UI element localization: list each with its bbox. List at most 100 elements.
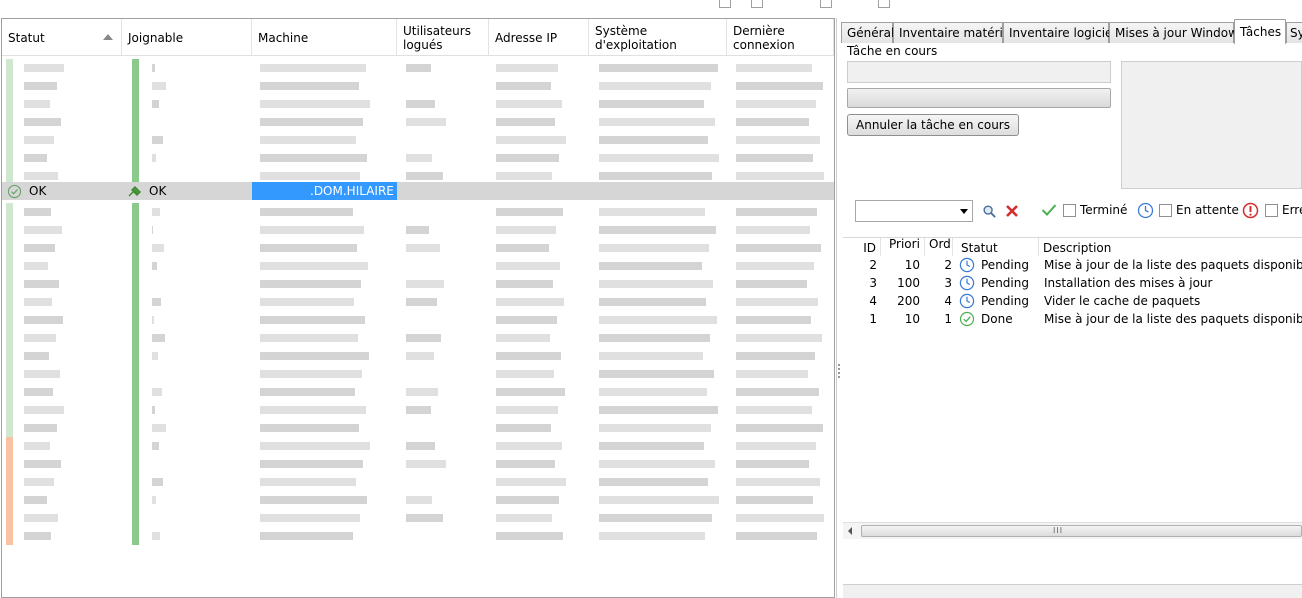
status-indicator	[6, 293, 13, 311]
scroll-thumb[interactable]	[861, 525, 1302, 537]
host-row-redacted[interactable]	[2, 383, 834, 401]
host-row-redacted[interactable]	[2, 527, 834, 545]
column-header-status[interactable]: Statut	[953, 238, 1039, 256]
redacted-cell	[736, 316, 811, 324]
selected-host-row[interactable]: OK OK .DOM.HILAIRE	[2, 182, 834, 200]
column-header-priority[interactable]: Priori	[881, 237, 925, 256]
selected-machine-cell[interactable]: .DOM.HILAIRE	[252, 182, 397, 200]
redacted-cell	[599, 352, 703, 360]
redacted-cell	[736, 244, 821, 252]
task-description: Installation des mises à jour	[1044, 276, 1213, 290]
tasks-table[interactable]: ID Priori Ord Statut Description 2 10 2 …	[843, 237, 1302, 522]
scroll-left-icon[interactable]	[848, 527, 852, 535]
tab-inventaire-materiel[interactable]: Inventaire matériel	[893, 22, 1014, 43]
column-header-machine[interactable]: Machine	[252, 19, 397, 56]
tab-mises-a-jour-windows[interactable]: Mises à jour Windows	[1109, 22, 1244, 43]
error-filter-checkbox[interactable]	[1265, 204, 1278, 217]
tab-general[interactable]: Général	[841, 22, 894, 43]
toolbar-checkbox[interactable]	[719, 0, 731, 8]
toolbar-checkbox[interactable]	[820, 0, 832, 8]
host-row-redacted[interactable]	[2, 149, 834, 167]
host-row-redacted[interactable]	[2, 401, 834, 419]
sort-ascending-icon	[103, 34, 113, 40]
task-priority: 100	[897, 276, 920, 290]
task-filter-combo[interactable]	[855, 200, 973, 222]
pending-filter-checkbox[interactable]	[1159, 204, 1172, 217]
column-header-statut[interactable]: Statut	[2, 19, 122, 56]
host-row-redacted[interactable]	[2, 131, 834, 149]
status-indicator	[6, 95, 13, 113]
task-log-area[interactable]	[1121, 61, 1302, 189]
toolbar-checkbox[interactable]	[751, 0, 763, 8]
host-row-redacted[interactable]	[2, 509, 834, 527]
column-header-adresse-ip[interactable]: Adresse IP	[489, 19, 589, 56]
hosts-grid[interactable]: Statut Joignable Machine Utilisateurs lo…	[1, 18, 835, 598]
host-row-redacted[interactable]	[2, 221, 834, 239]
host-row-redacted[interactable]	[2, 347, 834, 365]
host-row-redacted[interactable]	[2, 437, 834, 455]
host-row-redacted[interactable]	[2, 455, 834, 473]
redacted-cell	[260, 532, 353, 540]
column-header-order[interactable]: Ord	[925, 237, 953, 256]
clock-icon	[959, 256, 975, 274]
redacted-cell	[599, 532, 705, 540]
task-row[interactable]: 1 10 1 Done Mise à jour de la liste des …	[843, 310, 1302, 328]
column-header-os[interactable]: Système d'exploitation	[589, 19, 727, 56]
host-row-redacted[interactable]	[2, 419, 834, 437]
task-status: Pending	[981, 258, 1029, 272]
host-row-redacted[interactable]	[2, 95, 834, 113]
host-row-redacted[interactable]	[2, 203, 834, 221]
redacted-cell	[24, 226, 62, 234]
tab-inventaire-logiciel[interactable]: Inventaire logiciel	[1003, 22, 1116, 43]
search-icon[interactable]	[982, 204, 997, 219]
host-row-redacted[interactable]	[2, 365, 834, 383]
current-task-field	[847, 61, 1111, 83]
column-header-derniere-connexion[interactable]: Dernière connexion	[727, 19, 834, 56]
host-row-redacted[interactable]	[2, 329, 834, 347]
host-row-redacted[interactable]	[2, 113, 834, 131]
cancel-task-button[interactable]: Annuler la tâche en cours	[847, 114, 1019, 136]
redacted-cell	[496, 532, 563, 540]
redacted-cell	[496, 316, 557, 324]
task-row[interactable]: 2 10 2 Pending Mise à jour de la liste d…	[843, 256, 1302, 274]
network-plug-icon	[128, 186, 141, 197]
redacted-cell	[260, 496, 367, 504]
splitter-grip	[838, 372, 840, 374]
host-row-redacted[interactable]	[2, 275, 834, 293]
host-row-redacted[interactable]	[2, 293, 834, 311]
host-row-redacted[interactable]	[2, 59, 834, 77]
redacted-cell	[24, 532, 51, 540]
redacted-cell	[260, 208, 353, 216]
reachable-indicator	[132, 149, 139, 167]
host-row-redacted[interactable]	[2, 257, 834, 275]
redacted-cell	[736, 370, 808, 378]
host-row-redacted[interactable]	[2, 491, 834, 509]
column-header-description[interactable]: Description	[1039, 238, 1302, 256]
column-header-utilisateurs[interactable]: Utilisateurs logués	[397, 19, 489, 56]
redacted-cell	[24, 334, 56, 342]
host-row-redacted[interactable]	[2, 473, 834, 491]
redacted-cell	[260, 316, 365, 324]
host-row-redacted[interactable]	[2, 239, 834, 257]
clear-filter-icon[interactable]	[1005, 204, 1019, 218]
toolbar-checkbox[interactable]	[878, 0, 890, 8]
task-id: 1	[869, 312, 877, 326]
column-header-joignable[interactable]: Joignable	[122, 19, 252, 56]
reachable-indicator	[132, 509, 139, 527]
redacted-cell	[260, 226, 364, 234]
host-row-redacted[interactable]	[2, 77, 834, 95]
tasks-horizontal-scrollbar[interactable]: III	[843, 522, 1302, 539]
pending-clock-icon	[1137, 202, 1154, 219]
redacted-cell	[599, 334, 710, 342]
status-bar	[843, 584, 1302, 598]
tab-systeme[interactable]: Sy	[1286, 22, 1302, 43]
task-row[interactable]: 4 200 4 Pending Vider le cache de paquet…	[843, 292, 1302, 310]
redacted-cell	[496, 154, 559, 162]
task-row[interactable]: 3 100 3 Pending Installation des mises à…	[843, 274, 1302, 292]
tab-taches[interactable]: Tâches	[1234, 19, 1286, 44]
host-row-redacted[interactable]	[2, 311, 834, 329]
reachable-indicator	[132, 311, 139, 329]
done-filter-checkbox[interactable]	[1063, 204, 1076, 217]
column-header-id[interactable]: ID	[843, 238, 881, 256]
redacted-cell	[599, 244, 709, 252]
